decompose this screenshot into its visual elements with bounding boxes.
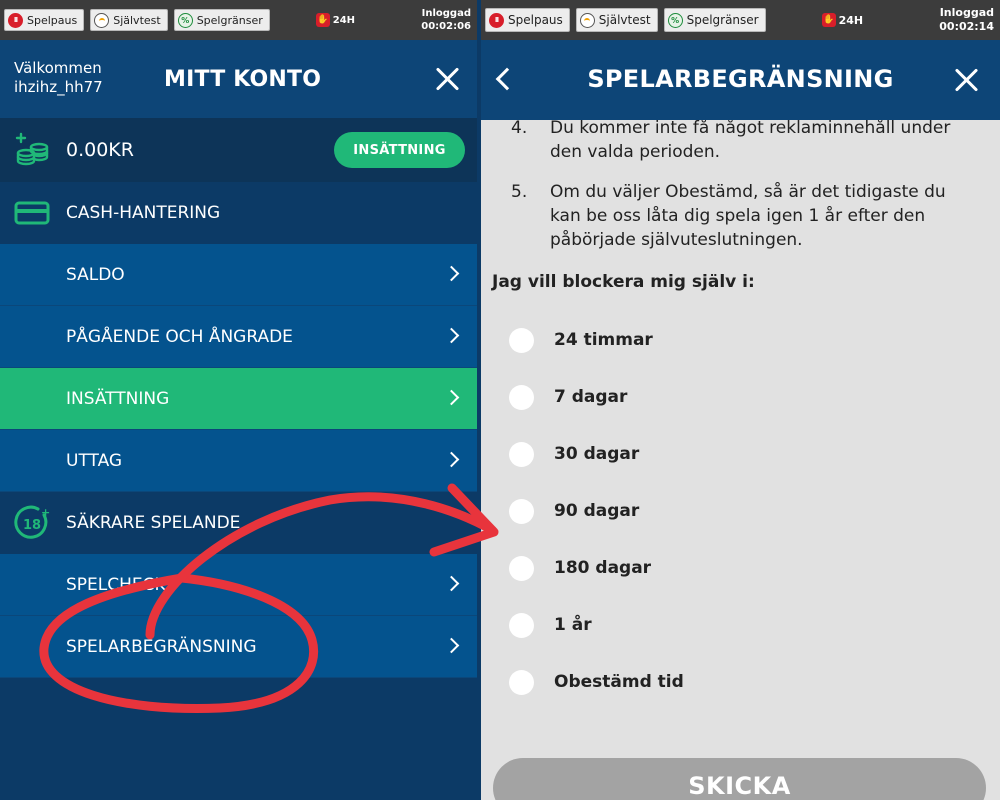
menu-item-label: SALDO xyxy=(66,265,125,285)
option-180-days[interactable]: 180 dagar xyxy=(509,555,651,581)
logged-in-label: Inloggad xyxy=(421,8,471,19)
radio-button[interactable] xyxy=(509,384,534,410)
chevron-right-icon xyxy=(443,637,460,654)
svg-text:+: + xyxy=(41,506,50,519)
menu-item-withdrawal[interactable]: UTTAG xyxy=(0,430,477,492)
option-label: Obestämd tid xyxy=(554,672,684,692)
limits-icon: % xyxy=(667,12,683,28)
rule-text: Du kommer inte få något reklaminnehåll u… xyxy=(550,118,951,162)
deposit-button[interactable]: INSÄTTNING xyxy=(334,132,465,168)
spelgranser-label: Spelgränser xyxy=(686,13,759,27)
balance-amount: 0.00KR xyxy=(66,139,134,161)
close-icon[interactable] xyxy=(952,65,982,95)
limit-24h-indicator: ✋ 24H xyxy=(821,13,864,27)
spelpaus-label: Spelpaus xyxy=(27,13,78,27)
close-icon[interactable] xyxy=(433,64,463,94)
pause-icon: II xyxy=(8,12,23,28)
gauge-icon xyxy=(94,12,110,28)
option-label: 24 timmar xyxy=(554,330,653,350)
sjalvtest-label: Självtest xyxy=(598,13,651,27)
menu-item-spelcheck[interactable]: SPELCHECK xyxy=(0,554,477,616)
option-label: 180 dagar xyxy=(554,558,652,578)
svg-text:18: 18 xyxy=(23,518,41,533)
option-label: 7 dagar xyxy=(554,387,628,407)
gauge-icon xyxy=(579,12,595,28)
radio-button[interactable] xyxy=(509,555,534,581)
left-status-bar: II Spelpaus Självtest % Spelgränser ✋ 24… xyxy=(0,0,477,40)
option-24-hours[interactable]: 24 timmar xyxy=(509,327,653,353)
limit-24h-label: 24H xyxy=(332,14,356,26)
chevron-right-icon xyxy=(443,575,460,592)
pause-icon: II xyxy=(489,12,504,28)
limits-header: SPELARBEGRÄNSNING xyxy=(481,40,1000,120)
spelgranser-label: Spelgränser xyxy=(196,13,263,27)
limits-icon: % xyxy=(177,12,193,28)
radio-button[interactable] xyxy=(509,327,534,353)
chevron-right-icon xyxy=(443,451,460,468)
option-7-days[interactable]: 7 dagar xyxy=(509,384,627,410)
spelgranser-button[interactable]: % Spelgränser xyxy=(663,8,766,32)
chevron-right-icon xyxy=(443,389,460,406)
spelpaus-button[interactable]: II Spelpaus xyxy=(485,8,570,32)
option-90-days[interactable]: 90 dagar xyxy=(509,498,639,524)
radio-button[interactable] xyxy=(509,498,534,524)
right-status-bar: II Spelpaus Självtest % Spelgränser ✋ 24… xyxy=(481,0,1000,40)
rule-number: 5. xyxy=(511,182,528,202)
chevron-right-icon xyxy=(443,327,460,344)
menu-item-label: SPELCHECK xyxy=(66,575,166,595)
radio-button[interactable] xyxy=(509,669,534,695)
block-duration-label: Jag vill blockera mig själv i: xyxy=(492,272,755,292)
session-time: 00:02:14 xyxy=(939,20,994,33)
option-indefinite[interactable]: Obestämd tid xyxy=(509,669,684,695)
limit-24h-indicator: ✋ 24H xyxy=(315,13,356,27)
chevron-right-icon xyxy=(443,265,460,282)
menu-item-saldo[interactable]: SALDO xyxy=(0,244,477,306)
coins-icon xyxy=(15,132,49,166)
sjalvtest-label: Självtest xyxy=(113,13,161,27)
menu-item-label: PÅGÅENDE OCH ÅNGRADE xyxy=(66,327,293,347)
spelpaus-button[interactable]: II Spelpaus xyxy=(4,9,85,31)
option-label: 1 år xyxy=(554,615,592,635)
logged-in-label: Inloggad xyxy=(939,6,994,19)
welcome-block: Välkommen ihzihz_hh77 xyxy=(14,59,103,97)
cash-management-label: CASH-HANTERING xyxy=(66,203,221,223)
welcome-text: Välkommen xyxy=(14,59,102,77)
cash-management-section: CASH-HANTERING xyxy=(0,182,477,244)
menu-item-pending[interactable]: PÅGÅENDE OCH ÅNGRADE xyxy=(0,306,477,368)
safer-gambling-label: SÄKRARE SPELANDE xyxy=(66,513,241,533)
rule-text: Om du väljer Obestämd, så är det tidigas… xyxy=(550,182,946,250)
session-time: 00:02:06 xyxy=(421,21,471,32)
spelpaus-label: Spelpaus xyxy=(508,13,563,27)
option-30-days[interactable]: 30 dagar xyxy=(509,441,639,467)
account-title: MITT KONTO xyxy=(164,67,322,92)
menu-item-deposit[interactable]: INSÄTTNING xyxy=(0,368,477,430)
session-timer: Inloggad 00:02:14 xyxy=(939,6,994,34)
menu-item-label: UTTAG xyxy=(66,451,123,471)
session-timer: Inloggad 00:02:06 xyxy=(421,7,471,33)
limit-24h-label: 24H xyxy=(838,13,864,27)
menu-item-player-limits[interactable]: SPELARBEGRÄNSNING xyxy=(0,616,477,678)
sjalvtest-button[interactable]: Självtest xyxy=(90,9,168,31)
credit-card-icon xyxy=(14,201,50,225)
age-18-icon: 18 + xyxy=(14,505,50,539)
account-header: Välkommen ihzihz_hh77 MITT KONTO xyxy=(0,40,477,118)
stop-hand-icon: ✋ xyxy=(315,13,330,27)
option-1-year[interactable]: 1 år xyxy=(509,612,592,638)
radio-button[interactable] xyxy=(509,612,534,638)
balance-row: 0.00KR INSÄTTNING xyxy=(0,118,477,182)
safer-gambling-section: 18 + SÄKRARE SPELANDE xyxy=(0,492,477,554)
stop-hand-icon: ✋ xyxy=(821,13,836,27)
sjalvtest-button[interactable]: Självtest xyxy=(575,8,658,32)
option-label: 90 dagar xyxy=(554,501,640,521)
submit-button[interactable]: SKICKA xyxy=(493,758,986,800)
option-label: 30 dagar xyxy=(554,444,640,464)
account-menu-panel: Välkommen ihzihz_hh77 MITT KONTO 0.00KR … xyxy=(0,40,477,800)
spelgranser-button[interactable]: % Spelgränser xyxy=(173,9,270,31)
menu-item-label: SPELARBEGRÄNSNING xyxy=(66,637,257,657)
limits-title: SPELARBEGRÄNSNING xyxy=(587,65,894,93)
radio-button[interactable] xyxy=(509,441,534,467)
username: ihzihz_hh77 xyxy=(14,78,103,96)
menu-item-label: INSÄTTNING xyxy=(66,389,170,409)
player-limits-panel: 4. Du kommer inte få något reklaminnehål… xyxy=(481,40,1000,800)
